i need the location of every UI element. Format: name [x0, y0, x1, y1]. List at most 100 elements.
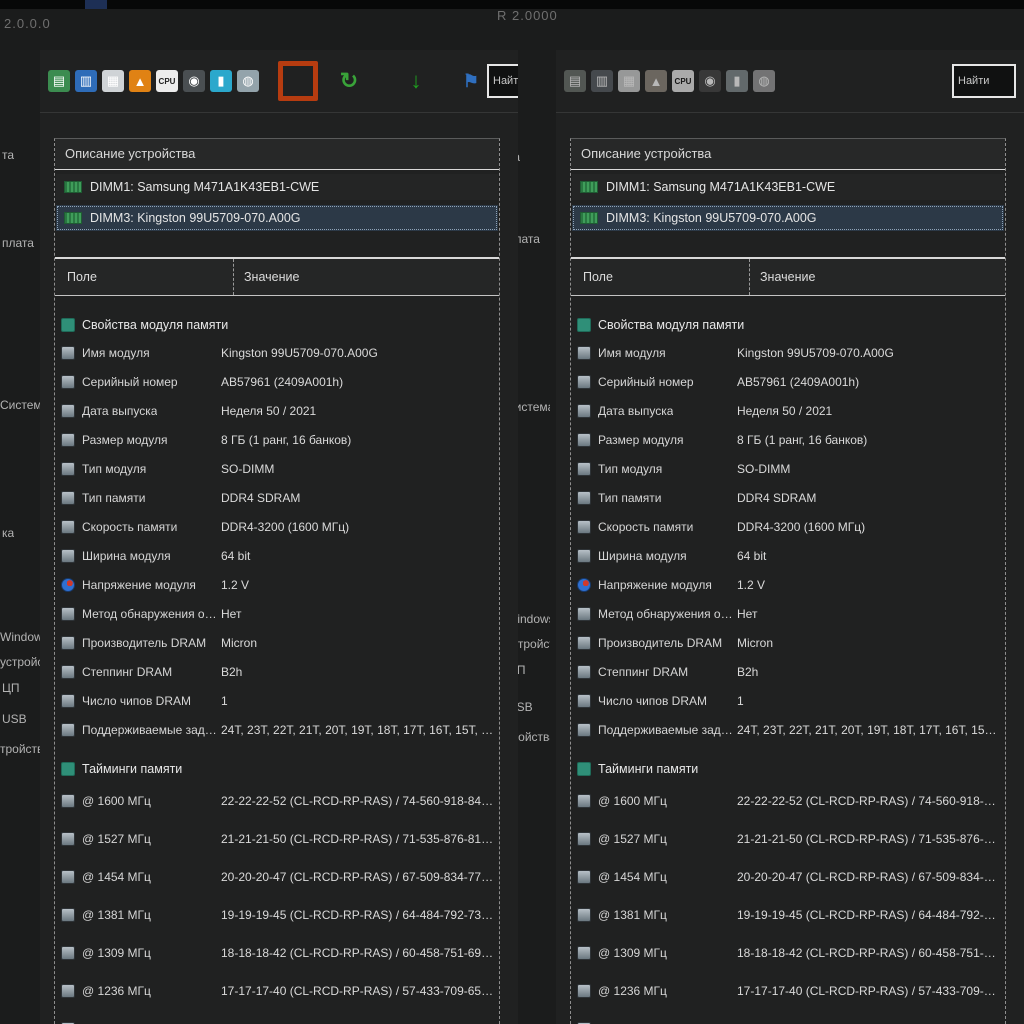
table-row[interactable]: Тип памятиDDR4 SDRAM — [571, 483, 1005, 512]
sidebar-fragment-left: тройств — [0, 742, 43, 756]
value-cell: DDR4 SDRAM — [737, 491, 1005, 505]
table-row[interactable]: @ 1527 МГц21-21-21-50 (CL-RCD-RP-RAS) / … — [55, 820, 499, 858]
table-row[interactable]: Тип памятиDDR4 SDRAM — [55, 483, 499, 512]
table-row[interactable]: Число чипов DRAM1 — [55, 686, 499, 715]
device-list-item[interactable]: DIMM3: Kingston 99U5709-070.A00G — [56, 205, 498, 231]
table-row[interactable]: Поддерживаемые задержки24T, 23T, 22T, 21… — [55, 715, 499, 744]
value-cell: 19-19-19-45 (CL-RCD-RP-RAS) / 64-484-792… — [221, 908, 499, 922]
table-row[interactable]: Дата выпускаНеделя 50 / 2021 — [55, 396, 499, 425]
device-list-item[interactable]: DIMM1: Samsung M471A1K43EB1-CWE — [572, 174, 1004, 200]
chart-icon[interactable]: ▥ — [75, 70, 97, 92]
table-row[interactable]: @ 1309 МГц18-18-18-42 (CL-RCD-RP-RAS) / … — [55, 934, 499, 972]
table-row[interactable]: Тип модуляSO-DIMM — [55, 454, 499, 483]
table-row[interactable]: Дата выпускаНеделя 50 / 2021 — [571, 396, 1005, 425]
table-row[interactable]: Ширина модуля64 bit — [571, 541, 1005, 570]
table-row[interactable]: @ 1600 МГц22-22-22-52 (CL-RCD-RP-RAS) / … — [571, 782, 1005, 820]
table-row[interactable]: @ 1163 МГц16-16-16-38 (CL-RCD-RP-RAS) / … — [55, 1010, 499, 1024]
table-row[interactable]: @ 1454 МГц20-20-20-47 (CL-RCD-RP-RAS) / … — [571, 858, 1005, 896]
table-row[interactable]: @ 1236 МГц17-17-17-40 (CL-RCD-RP-RAS) / … — [571, 972, 1005, 1010]
table-row[interactable]: Скорость памятиDDR4-3200 (1600 МГц) — [55, 512, 499, 541]
table-group-row[interactable]: Свойства модуля памяти — [55, 312, 499, 338]
field-cell: Тип модуля — [61, 462, 221, 476]
camera-icon[interactable]: ◉ — [183, 70, 205, 92]
field-cell: @ 1600 МГц — [61, 794, 221, 808]
field-cell: @ 1454 МГц — [61, 870, 221, 884]
field-cell: Имя модуля — [61, 346, 221, 360]
frame-icon[interactable] — [278, 61, 318, 101]
search-input[interactable] — [952, 64, 1016, 98]
table-row[interactable]: Метод обнаружения ошибокНет — [571, 599, 1005, 628]
table-row[interactable]: @ 1309 МГц18-18-18-42 (CL-RCD-RP-RAS) / … — [571, 934, 1005, 972]
value-cell: 20-20-20-47 (CL-RCD-RP-RAS) / 67-509-834… — [737, 870, 1005, 884]
device-list-item[interactable]: DIMM1: Samsung M471A1K43EB1-CWE — [56, 174, 498, 200]
column-header-field[interactable]: Поле — [55, 259, 234, 295]
table-row[interactable]: @ 1527 МГц21-21-21-50 (CL-RCD-RP-RAS) / … — [571, 820, 1005, 858]
table-row[interactable]: @ 1163 МГц16-16-16-38 (CL-RCD-RP-RAS) / … — [571, 1010, 1005, 1024]
table-row[interactable]: Напряжение модуля1.2 V — [55, 570, 499, 599]
table-row[interactable]: Серийный номерAB57961 (2409A001h) — [571, 367, 1005, 396]
table-row[interactable]: Метод обнаружения ошибокНет — [55, 599, 499, 628]
report-icon[interactable]: ▤ — [564, 70, 586, 92]
field-cell: Скорость памяти — [61, 520, 221, 534]
cpu-icon[interactable]: CPU — [156, 70, 178, 92]
globe-icon[interactable]: ◍ — [753, 70, 775, 92]
photo-icon[interactable]: ▦ — [618, 70, 640, 92]
table-row[interactable]: Размер модуля8 ГБ (1 ранг, 16 банков) — [55, 425, 499, 454]
flame-icon[interactable]: ▲ — [129, 70, 151, 92]
device-label: DIMM3: Kingston 99U5709-070.A00G — [606, 211, 817, 225]
field-cell: Серийный номер — [577, 375, 737, 389]
value-cell: Нет — [221, 607, 499, 621]
column-header-value[interactable]: Значение — [750, 270, 1005, 284]
value-cell: 18-18-18-42 (CL-RCD-RP-RAS) / 60-458-751… — [221, 946, 499, 960]
chart-icon[interactable]: ▥ — [591, 70, 613, 92]
group-label: Свойства модуля памяти — [577, 318, 744, 332]
field-label: @ 1381 МГц — [82, 908, 151, 922]
download-icon[interactable]: ↓ — [405, 70, 427, 92]
flag-icon[interactable]: ⚑ — [460, 70, 482, 92]
device-list-item[interactable]: DIMM3: Kingston 99U5709-070.A00G — [572, 205, 1004, 231]
table-row[interactable]: Скорость памятиDDR4-3200 (1600 МГц) — [571, 512, 1005, 541]
report-icon[interactable]: ▤ — [48, 70, 70, 92]
value-cell: 18-18-18-42 (CL-RCD-RP-RAS) / 60-458-751… — [737, 946, 1005, 960]
cpu-icon[interactable]: CPU — [672, 70, 694, 92]
sensor-icon[interactable]: ▮ — [210, 70, 232, 92]
photo-icon[interactable]: ▦ — [102, 70, 124, 92]
field-icon — [61, 375, 75, 389]
device-label: DIMM3: Kingston 99U5709-070.A00G — [90, 211, 301, 225]
table-row[interactable]: Ширина модуля64 bit — [55, 541, 499, 570]
field-icon — [61, 520, 75, 534]
field-icon — [61, 404, 75, 418]
globe-icon[interactable]: ◍ — [237, 70, 259, 92]
table-row[interactable]: Степпинг DRAMB2h — [55, 657, 499, 686]
table-group-row[interactable]: Свойства модуля памяти — [571, 312, 1005, 338]
table-row[interactable]: Имя модуляKingston 99U5709-070.A00G — [571, 338, 1005, 367]
field-cell: Дата выпуска — [577, 404, 737, 418]
value-cell: 21-21-21-50 (CL-RCD-RP-RAS) / 71-535-876… — [737, 832, 1005, 846]
table-row[interactable]: Производитель DRAMMicron — [55, 628, 499, 657]
table-row[interactable]: @ 1381 МГц19-19-19-45 (CL-RCD-RP-RAS) / … — [571, 896, 1005, 934]
table-group-row[interactable]: Тайминги памяти — [55, 756, 499, 782]
table-row[interactable]: @ 1236 МГц17-17-17-40 (CL-RCD-RP-RAS) / … — [55, 972, 499, 1010]
voltage-icon — [577, 578, 591, 592]
table-row[interactable]: Имя модуляKingston 99U5709-070.A00G — [55, 338, 499, 367]
search-input[interactable] — [487, 64, 518, 98]
table-row[interactable]: Поддерживаемые задержки24T, 23T, 22T, 21… — [571, 715, 1005, 744]
table-row[interactable]: Тип модуляSO-DIMM — [571, 454, 1005, 483]
table-row[interactable]: Число чипов DRAM1 — [571, 686, 1005, 715]
camera-icon[interactable]: ◉ — [699, 70, 721, 92]
table-row[interactable]: Степпинг DRAMB2h — [571, 657, 1005, 686]
table-row[interactable]: Напряжение модуля1.2 V — [571, 570, 1005, 599]
flame-icon[interactable]: ▲ — [645, 70, 667, 92]
table-row[interactable]: Серийный номерAB57961 (2409A001h) — [55, 367, 499, 396]
table-row[interactable]: @ 1381 МГц 19-19-19-45 (CL-RCD-RP-RAS) / … — [55, 896, 499, 934]
sensor-icon[interactable]: ▮ — [726, 70, 748, 92]
table-row[interactable]: Производитель DRAMMicron — [571, 628, 1005, 657]
table-row[interactable]: Размер модуля8 ГБ (1 ранг, 16 банков) — [571, 425, 1005, 454]
value-cell: AB57961 (2409A001h) — [737, 375, 1005, 389]
column-header-value[interactable]: Значение — [234, 270, 499, 284]
refresh-icon[interactable]: ↻ — [338, 70, 360, 92]
table-row[interactable]: @ 1600 МГц22-22-22-52 (CL-RCD-RP-RAS) / … — [55, 782, 499, 820]
column-header-field[interactable]: Поле — [571, 259, 750, 295]
table-group-row[interactable]: Тайминги памяти — [571, 756, 1005, 782]
table-row[interactable]: @ 1454 МГц20-20-20-47 (CL-RCD-RP-RAS) / … — [55, 858, 499, 896]
